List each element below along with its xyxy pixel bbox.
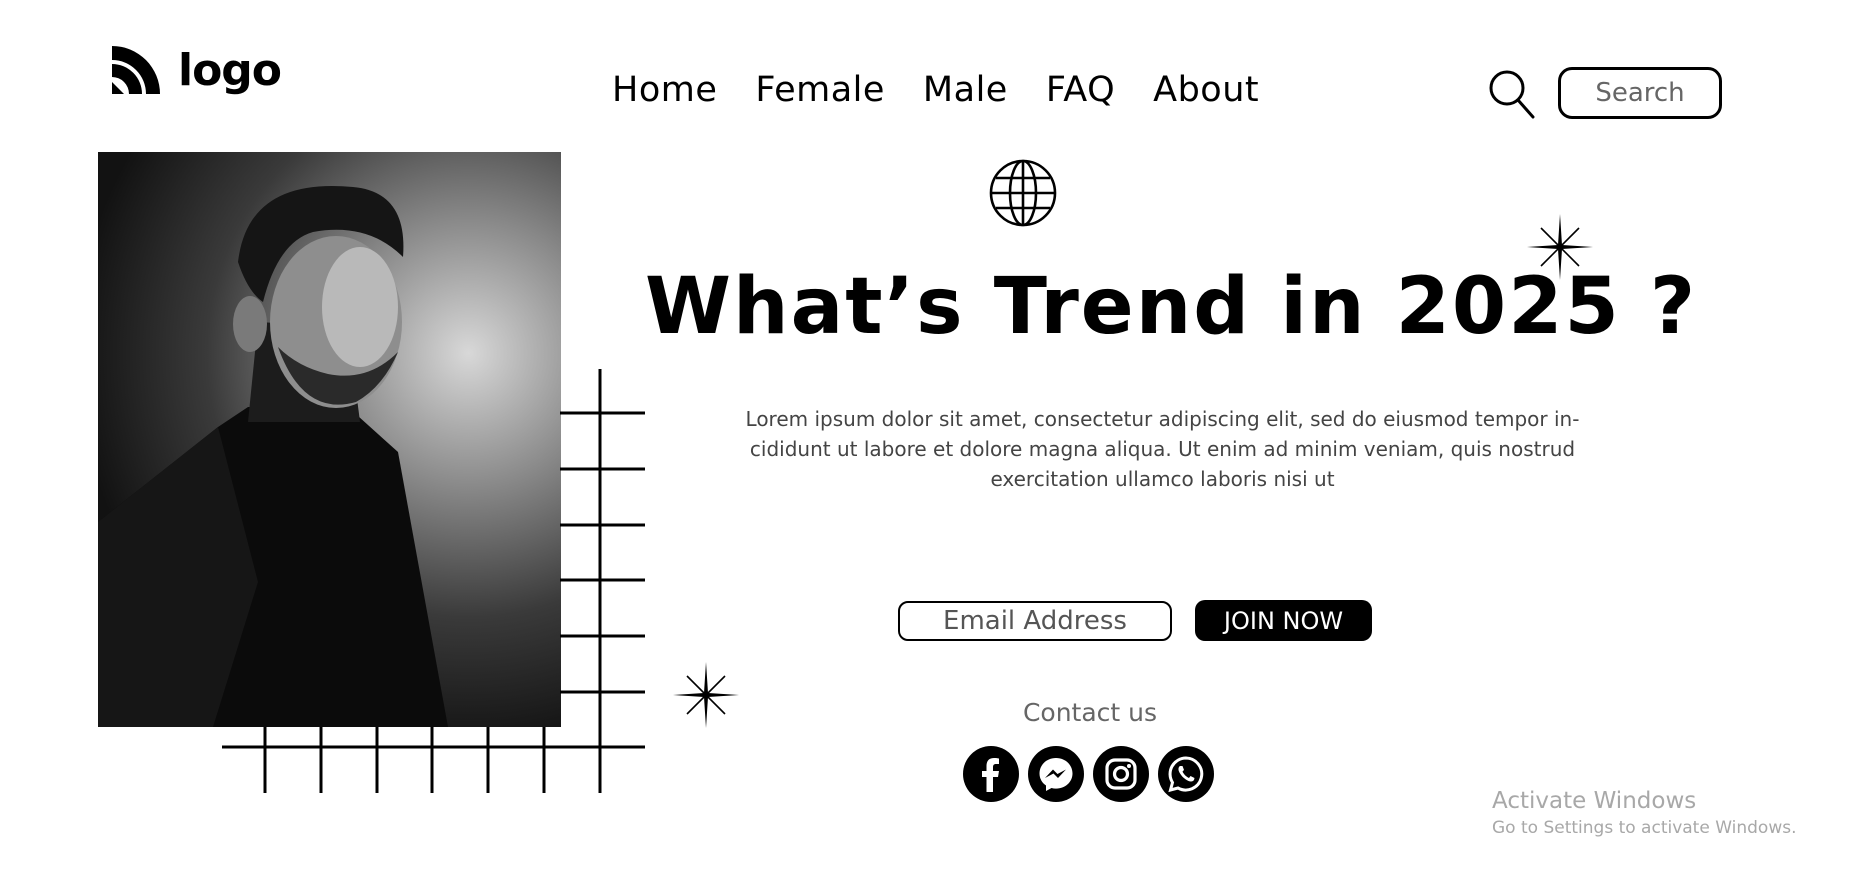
- nav-male[interactable]: Male: [923, 70, 1008, 110]
- globe-icon: [989, 159, 1057, 227]
- logo-icon: [112, 46, 160, 94]
- email-input[interactable]: [898, 601, 1172, 641]
- nav-about[interactable]: About: [1153, 70, 1259, 110]
- social-links: [963, 746, 1214, 802]
- search-icon[interactable]: [1488, 68, 1536, 120]
- logo-text: logo: [178, 44, 282, 96]
- whatsapp-icon[interactable]: [1158, 746, 1214, 802]
- nav-faq[interactable]: FAQ: [1046, 70, 1115, 110]
- facebook-icon[interactable]: [963, 746, 1019, 802]
- grid-decoration: [222, 369, 645, 793]
- activate-windows-title: Activate Windows: [1492, 788, 1697, 814]
- activate-windows-subtitle: Go to Settings to activate Windows.: [1492, 818, 1797, 838]
- hero-title: What’s Trend in 2025 ?: [645, 262, 1698, 352]
- instagram-icon[interactable]: [1093, 746, 1149, 802]
- main-nav: Home Female Male FAQ About: [612, 70, 1259, 110]
- join-now-button[interactable]: JOIN NOW: [1195, 600, 1372, 641]
- logo[interactable]: logo: [108, 42, 282, 98]
- sparkle-icon: [673, 662, 739, 728]
- search-input[interactable]: [1558, 67, 1722, 119]
- messenger-icon[interactable]: [1028, 746, 1084, 802]
- hero-description: Lorem ipsum dolor sit amet, consectetur …: [745, 407, 1580, 491]
- contact-label: Contact us: [1022, 698, 1158, 727]
- nav-home[interactable]: Home: [612, 70, 717, 110]
- nav-female[interactable]: Female: [755, 70, 885, 110]
